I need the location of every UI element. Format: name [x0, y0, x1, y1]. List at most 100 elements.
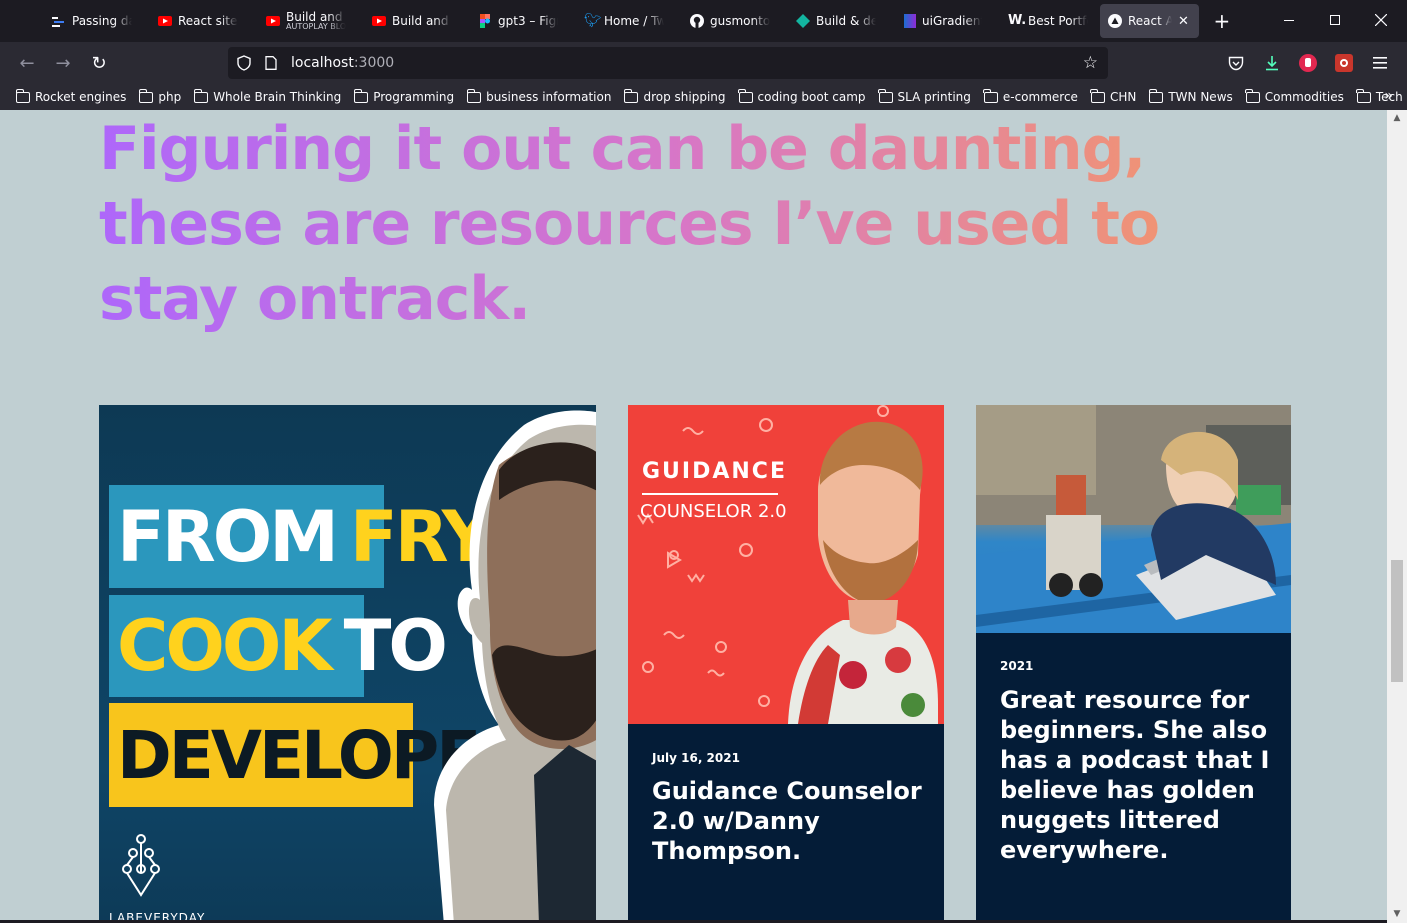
card-title[interactable]: Guidance Counselor 2.0 w/Danny Thompson.	[652, 776, 922, 866]
bookmark-label: drop shipping	[643, 90, 726, 104]
tab-5[interactable]: gpt3 – Figm	[462, 4, 568, 38]
card-image: GUIDANCE COUNSELOR 2.0	[628, 405, 944, 724]
bookmark-folder[interactable]: TWN News	[1148, 88, 1233, 104]
bookmark-label: business information	[486, 90, 612, 104]
bookmark-label: TWN News	[1168, 90, 1233, 104]
close-icon	[1375, 14, 1387, 26]
reload-button[interactable]: ↻	[81, 45, 117, 81]
image-title: GUIDANCE	[642, 459, 787, 484]
extension-button[interactable]	[1331, 50, 1357, 76]
forward-button[interactable]: →	[45, 45, 81, 81]
url-bar[interactable]: localhost:3000 ☆	[228, 47, 1108, 79]
arrow-left-icon: ←	[19, 52, 35, 74]
tab-10[interactable]: W. Best Portfol	[992, 4, 1098, 38]
downloads-button[interactable]	[1259, 50, 1285, 76]
youtube-icon	[158, 16, 172, 26]
menu-button[interactable]	[1367, 50, 1393, 76]
folder-icon	[878, 88, 893, 103]
bookmark-folder[interactable]: php	[138, 88, 181, 104]
resource-card-featured[interactable]: FROM FRY COOK TO DEVELOPER LABEVERYDAY	[99, 405, 596, 920]
hand-stop-icon	[1299, 54, 1317, 72]
folder-icon	[1245, 88, 1260, 103]
chevron-double-right-icon[interactable]: »	[1384, 88, 1393, 104]
scrollbar-thumb[interactable]	[1391, 560, 1403, 682]
back-button[interactable]: ←	[9, 45, 45, 81]
tab-title: gusmontoy	[710, 14, 770, 28]
tab-subtitle: AUTOPLAY BLO	[286, 22, 346, 31]
tab-active[interactable]: React Ap ✕	[1100, 4, 1199, 38]
url-text[interactable]: localhost:3000	[291, 55, 394, 71]
folder-icon	[353, 88, 369, 103]
close-tab-icon[interactable]: ✕	[1178, 14, 1189, 29]
tab-3[interactable]: Build and DAUTOPLAY BLO	[248, 4, 356, 38]
tab-4[interactable]: Build and D	[356, 4, 462, 38]
hamburger-menu-icon	[1373, 57, 1387, 69]
minimize-button[interactable]	[1266, 0, 1312, 40]
figma-icon	[480, 14, 490, 28]
bookmark-folder[interactable]: Programming	[353, 88, 455, 104]
thumbnail-text-line-1: FROM FRY	[109, 485, 492, 588]
bookmark-folder[interactable]: coding boot camp	[738, 88, 866, 104]
tab-2[interactable]: React site t	[142, 4, 248, 38]
gradient-icon	[904, 14, 916, 28]
bookmark-label: Rocket engines	[35, 90, 127, 104]
github-icon	[690, 14, 704, 28]
bookmark-folder[interactable]: Whole Brain Thinking	[193, 88, 341, 104]
close-window-button[interactable]	[1358, 0, 1404, 40]
minimize-icon	[1284, 20, 1294, 21]
navigation-toolbar: ← → ↻ localhost:3000 ☆	[0, 42, 1407, 84]
scroll-up-arrow-icon[interactable]: ▲	[1387, 110, 1407, 127]
person-photo	[788, 421, 938, 724]
tab-8[interactable]: Build & dep	[780, 4, 886, 38]
react-icon	[1108, 14, 1122, 28]
bookmarks-toolbar: Rocket engines php Whole Brain Thinking …	[0, 84, 1407, 110]
pocket-button[interactable]	[1223, 50, 1249, 76]
download-icon	[1266, 56, 1278, 71]
bookmark-folder[interactable]: SLA printing	[878, 88, 971, 104]
folder-icon	[1148, 88, 1164, 103]
new-tab-button[interactable]: +	[1207, 9, 1237, 33]
thumbnail-word: FROM	[117, 495, 339, 578]
bookmark-star-icon[interactable]: ☆	[1083, 53, 1098, 73]
tab-6[interactable]: 🐦︎ Home / Twi	[568, 4, 674, 38]
thumbnail-text-line-3: DEVELOPER	[109, 703, 529, 807]
maximize-button[interactable]	[1312, 0, 1358, 40]
brand-name: LABEVERYDAY	[109, 911, 206, 920]
bookmark-folder[interactable]: Rocket engines	[15, 88, 127, 104]
folder-icon	[623, 88, 639, 103]
folder-icon	[1090, 88, 1105, 103]
pocket-icon	[1228, 56, 1244, 70]
card-image	[976, 405, 1291, 633]
folder-icon	[193, 88, 209, 103]
scroll-down-arrow-icon[interactable]: ▼	[1387, 906, 1407, 923]
tab-title: React site t	[178, 14, 238, 28]
tab-title: Passing dat	[72, 14, 132, 28]
bookmark-folder[interactable]: business information	[466, 88, 612, 104]
folder-icon	[15, 88, 30, 103]
tab-9[interactable]: uiGradients	[886, 4, 992, 38]
bookmark-folder[interactable]: e-commerce	[983, 88, 1078, 104]
workshop-photo	[976, 405, 1291, 633]
bookmark-folder[interactable]: Commodities	[1245, 88, 1344, 104]
page-scrollbar[interactable]: ▲ ▼	[1387, 110, 1407, 923]
card-title[interactable]: Great resource for beginners. She also h…	[1000, 685, 1280, 865]
youtube-icon	[372, 16, 386, 26]
divider	[642, 493, 778, 495]
bookmark-folder[interactable]: Tech projects	[1356, 88, 1407, 104]
bookmark-label: SLA printing	[897, 90, 971, 104]
bookmark-label: Programming	[373, 90, 455, 104]
resource-card-guidance[interactable]: GUIDANCE COUNSELOR 2.0 July 16, 2021 Gui…	[628, 405, 944, 920]
bookmark-folder[interactable]: drop shipping	[623, 88, 726, 104]
resource-card-beginners[interactable]: 2021 Great resource for beginners. She a…	[976, 405, 1291, 920]
tab-1[interactable]: Passing dat	[0, 4, 142, 38]
dev-icon	[52, 17, 64, 27]
arrow-right-icon: →	[55, 52, 71, 74]
shield-icon	[237, 55, 251, 71]
thumbnail-text-line-2: COOK TO	[109, 595, 448, 697]
bookmark-folder[interactable]: CHN	[1090, 88, 1136, 104]
tab-7[interactable]: gusmontoy	[674, 4, 780, 38]
folder-icon	[138, 88, 154, 103]
tab-title: Build & dep	[816, 14, 876, 28]
extension-icon	[1335, 54, 1353, 72]
extension-blocker-button[interactable]	[1295, 50, 1321, 76]
